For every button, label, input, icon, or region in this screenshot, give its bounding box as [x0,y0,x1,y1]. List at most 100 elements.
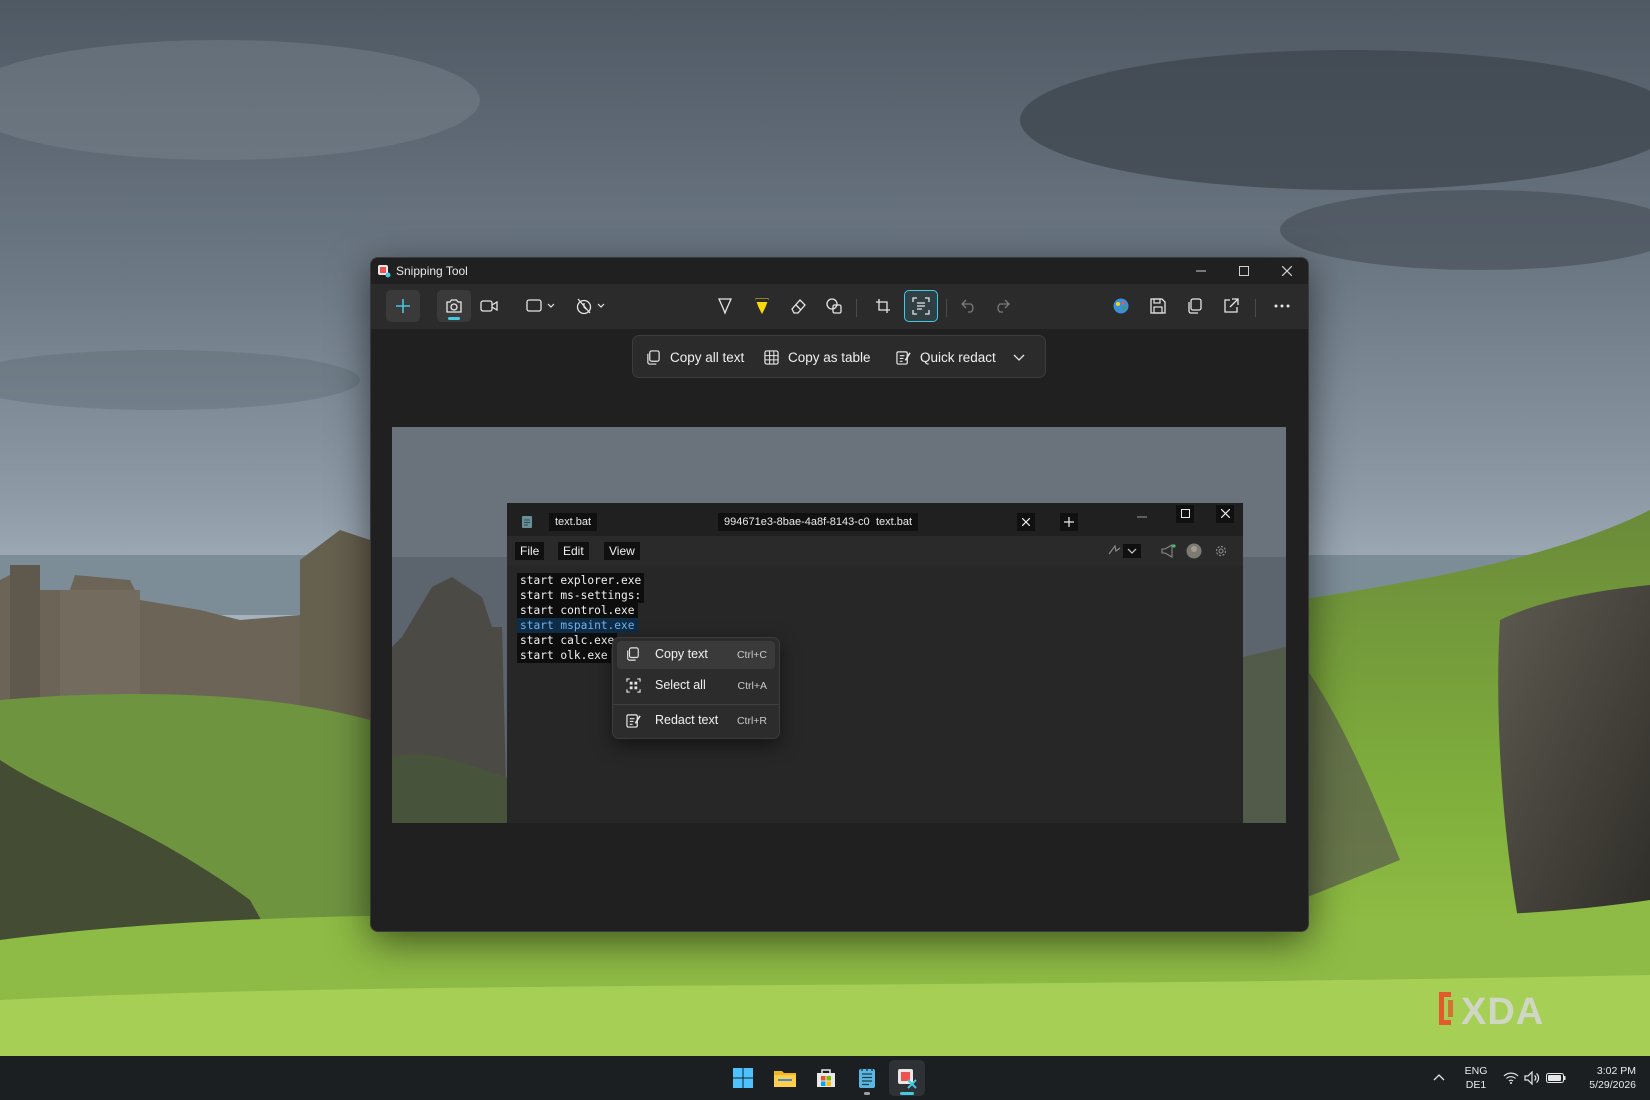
close-icon [1220,508,1230,519]
snipping-tool-app-icon [378,265,391,278]
start-button[interactable] [725,1060,761,1096]
snipping-tool-window: Snipping Tool Copy all text Copy as tabl… [370,257,1309,932]
eraser-icon [791,299,806,314]
new-snip-button[interactable] [386,290,420,322]
snip-toolbar [371,284,1308,329]
copy-as-table-button[interactable]: Copy as table [764,336,871,379]
menu-view[interactable]: View [604,542,640,560]
copy-button[interactable] [1178,290,1212,322]
delay-timer-dropdown[interactable] [571,290,611,322]
notepad-tab[interactable]: text.bat [549,513,598,531]
code-line-selected[interactable]: start mspaint.exe [517,618,638,633]
share-button[interactable] [1214,290,1248,322]
code-line[interactable]: start control.exe [517,603,638,618]
see-more-button[interactable] [1265,290,1299,322]
context-item-label: Copy text [655,647,708,661]
copy-icon [1188,298,1202,314]
text-actions-button[interactable] [904,290,938,322]
screenshot-mode-button[interactable] [437,290,471,322]
paint-icon [1113,298,1129,314]
context-item-shortcut: Ctrl+A [737,680,767,692]
volume-icon[interactable] [1524,1071,1540,1085]
title-bar[interactable]: Snipping Tool [371,258,1308,284]
notepad-new-tab-button[interactable] [1060,513,1078,531]
notepad-tab-path[interactable]: 994671e3-8bae-4a8f-8143-c05877 [718,513,880,531]
close-icon [1021,517,1031,527]
copy-all-text-button[interactable]: Copy all text [646,336,744,379]
notepad-tab-active[interactable]: text.bat [870,513,919,531]
battery-icon[interactable] [1546,1073,1566,1083]
context-select-all[interactable]: Select all Ctrl+A [617,672,775,700]
input-language-indicator[interactable]: ENG DE1 [1460,1064,1492,1092]
snipping-tool-taskbar-button[interactable] [889,1060,925,1096]
text-actions-bar: Copy all text Copy as table Quick redact [632,335,1046,378]
code-line[interactable]: start explorer.exe [517,573,645,588]
notepad-menu-bar: File Edit View [507,536,1243,566]
eraser-button[interactable] [781,290,815,322]
notepad-tab-close-button[interactable] [1017,513,1035,531]
clock-time: 3:02 PM [1596,1065,1636,1077]
ballpoint-pen-button[interactable] [708,290,742,322]
delay-timer-icon [576,298,605,315]
quick-redact-dropdown[interactable] [1013,336,1034,379]
new-snip-icon [396,299,410,313]
copilot-icon[interactable] [1107,544,1141,558]
redo-icon [997,299,1010,313]
code-line[interactable]: start calc.exe [517,633,618,648]
menu-file[interactable]: File [515,542,545,560]
shapes-icon [826,298,842,314]
toolbar-divider [856,299,857,317]
ballpoint-pen-icon [717,298,733,315]
microsoft-store-button[interactable] [808,1060,844,1096]
open-in-paint-button[interactable] [1104,290,1138,322]
maximize-icon [1239,266,1249,276]
snip-shape-dropdown[interactable] [521,290,561,322]
context-item-label: Redact text [655,713,719,727]
maximize-button[interactable] [1226,258,1262,284]
start-icon [733,1068,753,1088]
settings-gear-icon[interactable] [1214,544,1228,558]
file-explorer-icon [774,1071,796,1087]
code-line[interactable]: start ms-settings: [517,588,645,603]
text-actions-icon [912,297,930,315]
code-line[interactable]: start olk.exe [517,648,611,663]
menu-edit[interactable]: Edit [558,542,589,560]
captured-screenshot[interactable]: text.bat 994671e3-8bae-4a8f-8143-c05877 … [392,427,1286,823]
user-avatar[interactable] [1186,543,1202,559]
crop-button[interactable] [866,290,900,322]
context-redact-text[interactable]: Redact text Ctrl+R [617,707,775,735]
context-copy-text[interactable]: Copy text Ctrl+C [617,641,775,669]
copy-icon [627,647,639,661]
taskbar: ENG DE1 3:02 PM 5/29/2026 [0,1056,1650,1100]
system-clock[interactable]: 3:02 PM 5/29/2026 [1568,1064,1636,1092]
redo-button[interactable] [985,290,1019,322]
shapes-button[interactable] [817,290,851,322]
close-button[interactable] [1269,258,1305,284]
quick-redact-button[interactable]: Quick redact [896,336,996,379]
minimize-icon[interactable] [1137,513,1147,521]
video-mode-button[interactable] [472,290,506,322]
context-menu-divider [613,704,779,705]
redact-icon [626,714,641,728]
file-explorer-button[interactable] [767,1060,803,1096]
toolbar-divider [1255,299,1256,317]
notepad-close-button[interactable] [1216,505,1234,523]
chevron-up-icon[interactable] [1433,1073,1445,1081]
notepad-maximize-button[interactable] [1176,505,1194,523]
chevron-down-icon [1013,354,1025,361]
copy-icon [647,350,660,365]
screenshot-mode-icon [446,299,462,313]
wifi-icon[interactable] [1503,1072,1519,1084]
microsoft-store-icon [817,1069,835,1087]
save-button[interactable] [1141,290,1175,322]
select-all-icon [626,678,641,693]
minimize-button[interactable] [1183,258,1219,284]
notepad-taskbar-button[interactable] [849,1060,885,1096]
announcement-icon[interactable] [1160,544,1176,558]
close-icon [1282,266,1292,276]
undo-button[interactable] [952,290,986,322]
context-item-shortcut: Ctrl+R [736,715,767,727]
quick-redact-label: Quick redact [920,350,996,365]
share-icon [1224,298,1239,313]
highlighter-button[interactable] [745,290,779,322]
